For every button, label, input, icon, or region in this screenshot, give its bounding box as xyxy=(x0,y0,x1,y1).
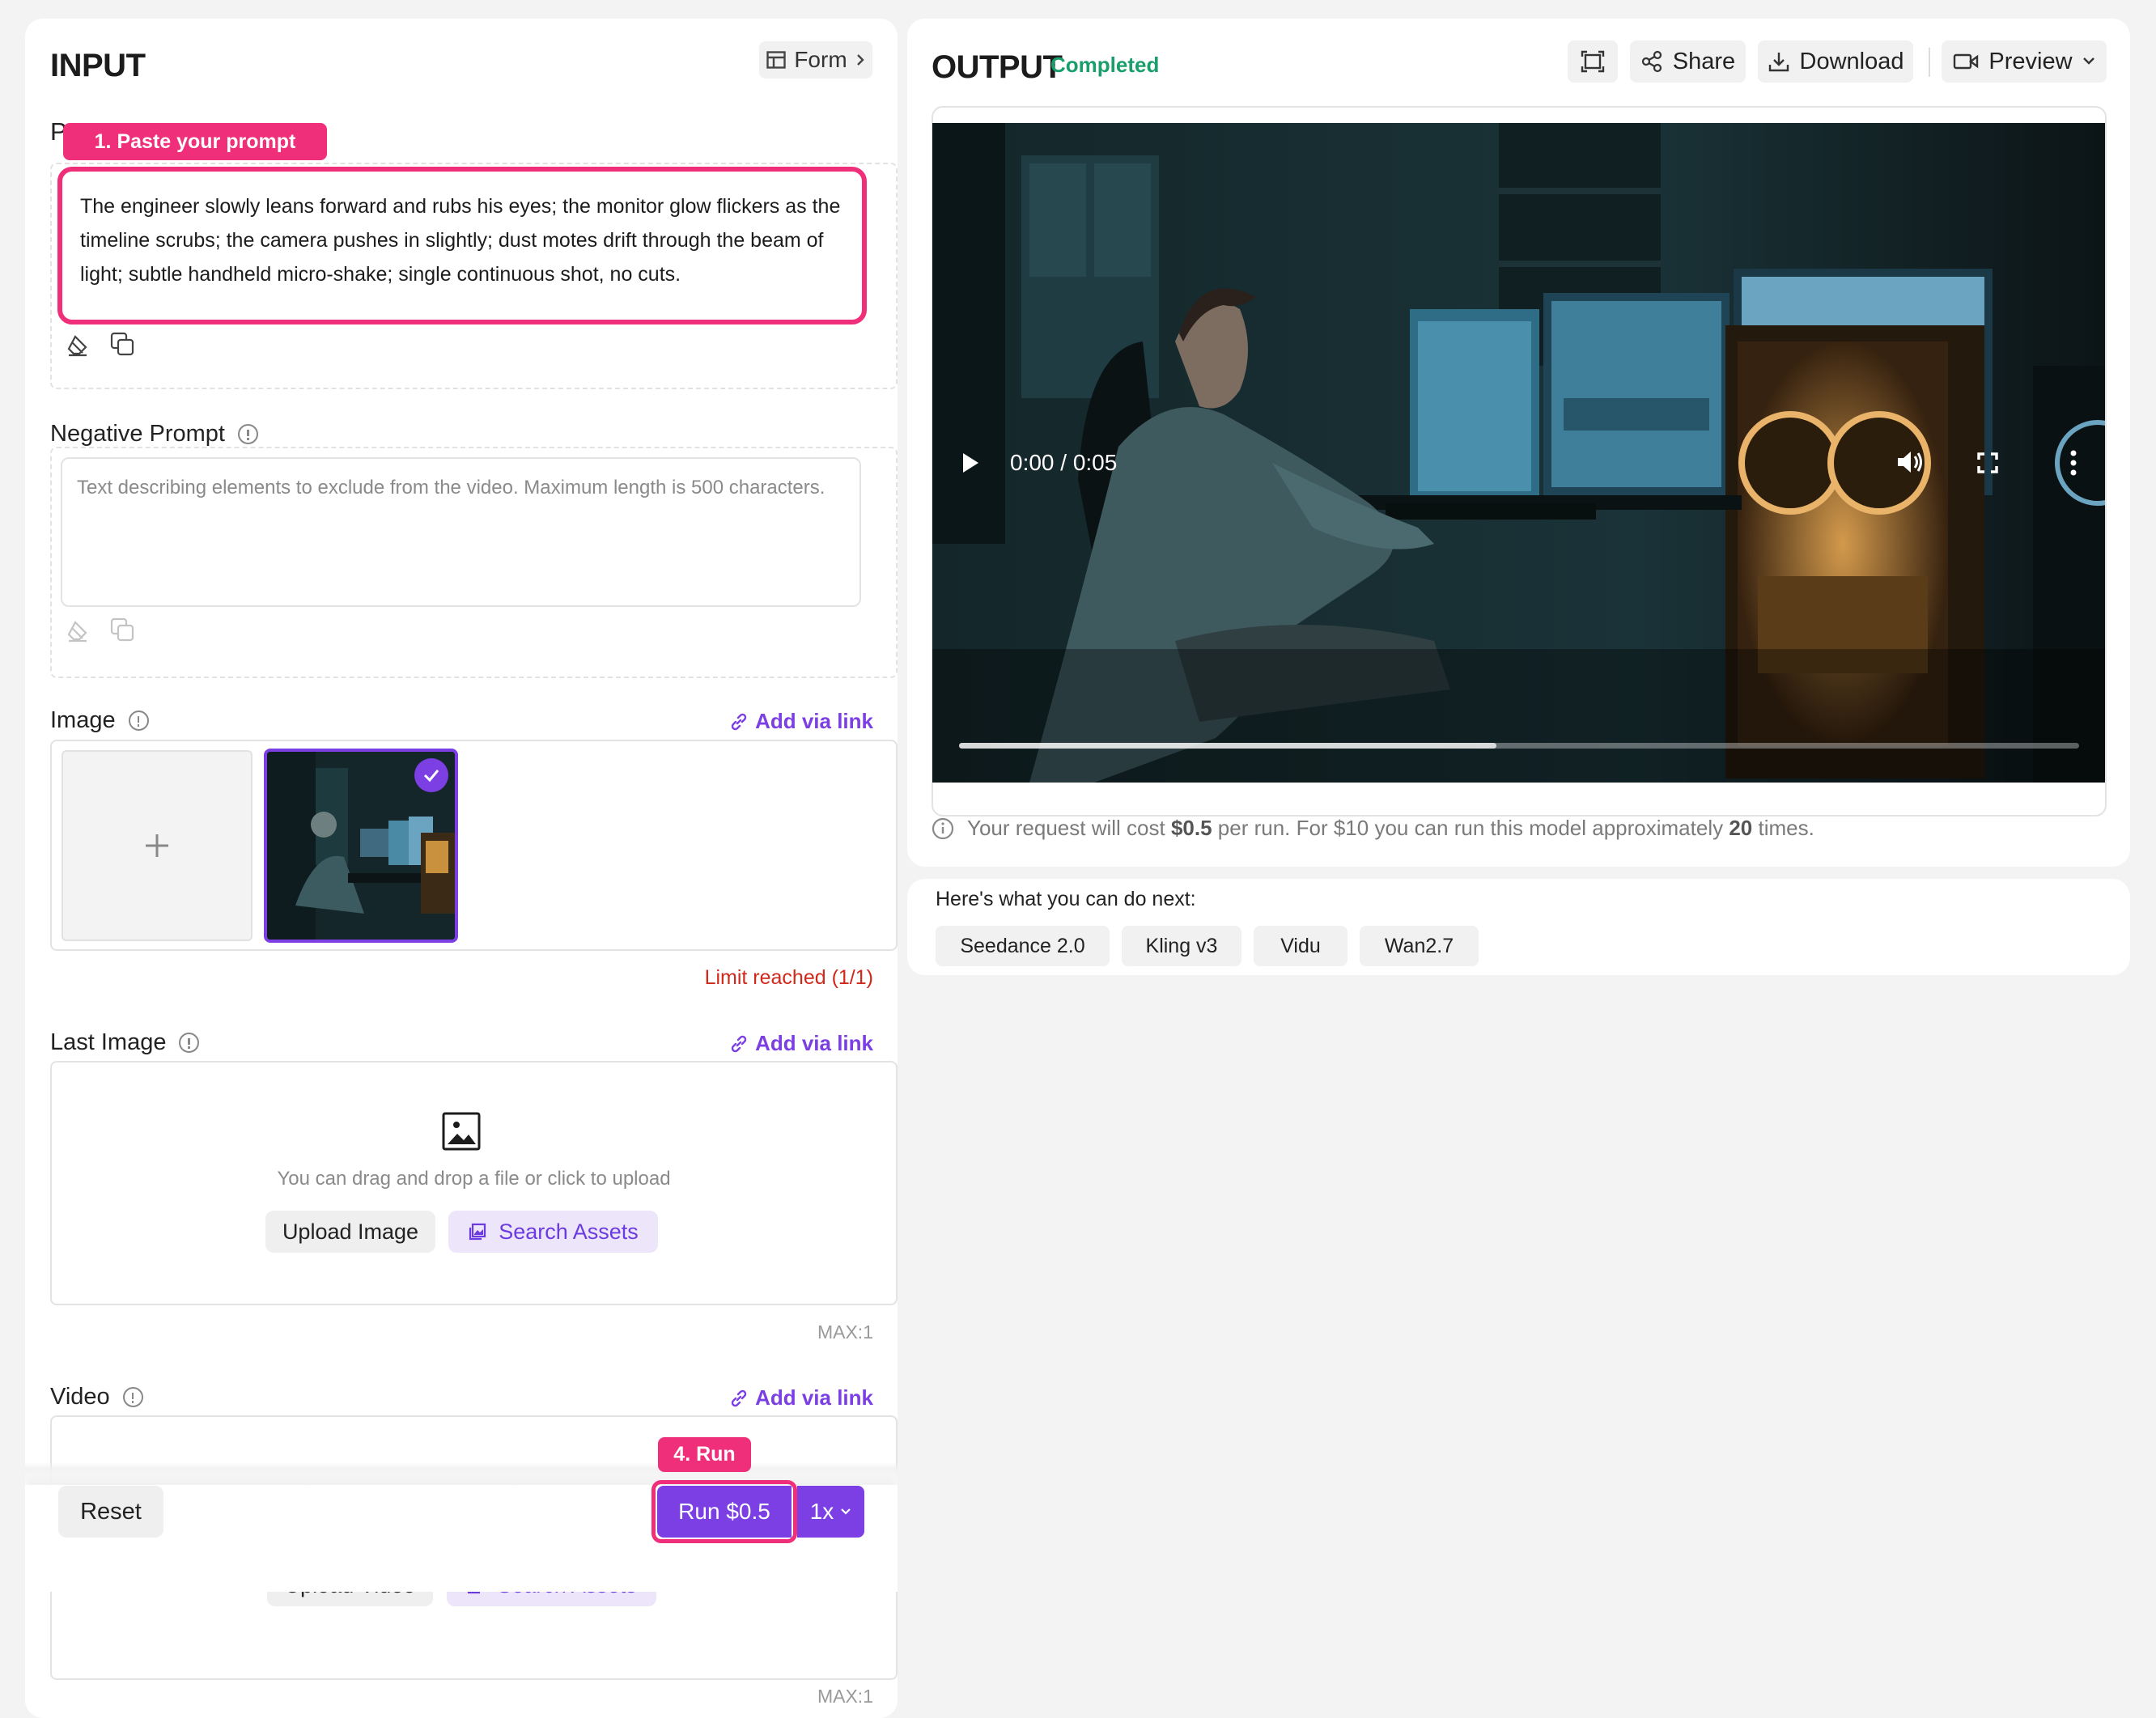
run-button[interactable]: Run $0.5 xyxy=(657,1486,792,1538)
last-image-max-text: MAX:1 xyxy=(817,1321,873,1343)
chevron-down-icon xyxy=(841,1508,851,1515)
last-image-heading: Last Image xyxy=(50,1029,200,1056)
info-icon[interactable] xyxy=(122,1387,143,1407)
image-icon xyxy=(442,1112,481,1151)
fullscreen-icon[interactable] xyxy=(1976,452,1999,474)
video-add-link-label: Add via link xyxy=(755,1385,873,1410)
image-heading: Image xyxy=(50,707,149,734)
info-icon[interactable] xyxy=(128,711,149,731)
share-button[interactable]: Share xyxy=(1630,40,1746,83)
expand-frame-icon xyxy=(1581,50,1605,73)
download-label: Download xyxy=(1799,48,1904,74)
fullscreen-toolbar-button[interactable] xyxy=(1568,40,1618,83)
run-multiplier-label: 1x xyxy=(809,1499,834,1524)
image-add-link-label: Add via link xyxy=(755,709,873,733)
last-image-drop-text: You can drag and drop a file or click to… xyxy=(277,1168,671,1190)
video-player[interactable]: 0:00 / 0:05 xyxy=(932,123,2105,783)
model-seedance-button[interactable]: Seedance 2.0 xyxy=(936,926,1110,966)
video-seek-progress xyxy=(959,743,1497,749)
cost-count: 20 xyxy=(1729,816,1753,840)
model-vidu-button[interactable]: Vidu xyxy=(1254,926,1348,966)
video-add-via-link[interactable]: Add via link xyxy=(729,1385,873,1410)
video-seek-bar[interactable] xyxy=(959,743,2079,749)
form-toggle-button[interactable]: Form xyxy=(759,41,872,78)
video-camera-icon xyxy=(1954,53,1979,70)
negative-prompt-label: Negative Prompt xyxy=(50,421,225,447)
gallery-icon xyxy=(469,1223,486,1241)
last-image-search-label: Search Assets xyxy=(499,1219,639,1244)
last-image-label: Last Image xyxy=(50,1029,167,1055)
image-add-via-link[interactable]: Add via link xyxy=(729,709,873,734)
info-icon[interactable] xyxy=(238,424,258,444)
negative-prompt-placeholder: Text describing elements to exclude from… xyxy=(77,477,825,498)
preview-dropdown[interactable]: Preview xyxy=(1942,40,2107,83)
video-time: 0:00 / 0:05 xyxy=(1010,450,1118,475)
next-steps-heading: Here's what you can do next: xyxy=(936,888,1196,910)
reset-button[interactable]: Reset xyxy=(58,1486,163,1538)
link-icon xyxy=(731,1035,747,1052)
eraser-icon[interactable] xyxy=(66,333,90,357)
status-badge: Completed xyxy=(1050,53,1160,77)
preview-label: Preview xyxy=(1988,48,2073,74)
share-label: Share xyxy=(1672,48,1736,74)
input-panel: INPUT Form P 1. Paste your prompt The en… xyxy=(25,19,898,1718)
play-icon[interactable] xyxy=(961,452,980,474)
run-multiplier-dropdown[interactable]: 1x xyxy=(797,1486,864,1538)
add-image-button[interactable] xyxy=(62,750,253,941)
output-panel: OUTPUT Completed Share Download Preview xyxy=(907,19,2130,867)
image-label: Image xyxy=(50,707,116,733)
negative-prompt-textarea[interactable]: Text describing elements to exclude from… xyxy=(61,457,861,607)
cost-note: Your request will cost $0.5 per run. For… xyxy=(932,816,1814,841)
download-icon xyxy=(1768,53,1789,72)
plus-icon xyxy=(146,834,168,857)
chevron-down-icon xyxy=(2082,57,2094,65)
cost-middle: per run. For $10 you can run this model … xyxy=(1212,816,1729,840)
next-steps-panel: Here's what you can do next: Seedance 2.… xyxy=(907,879,2130,975)
output-title: OUTPUT xyxy=(932,49,1063,85)
link-icon xyxy=(731,1389,747,1406)
video-label: Video xyxy=(50,1384,110,1410)
cost-amount: $0.5 xyxy=(1170,816,1212,840)
info-icon xyxy=(932,817,954,839)
model-kling-button[interactable]: Kling v3 xyxy=(1122,926,1241,966)
cost-text: Your request will cost $0.5 per run. For… xyxy=(967,816,1814,841)
model-wan-button[interactable]: Wan2.7 xyxy=(1360,926,1479,966)
share-icon xyxy=(1641,50,1662,73)
run-annotation: 4. Run xyxy=(658,1437,751,1472)
image-limit-text: Limit reached (1/1) xyxy=(704,966,873,989)
eraser-icon[interactable] xyxy=(66,618,90,643)
paste-prompt-annotation: 1. Paste your prompt xyxy=(63,123,327,160)
info-icon[interactable] xyxy=(179,1033,200,1053)
copy-icon[interactable] xyxy=(109,617,135,643)
cost-prefix: Your request will cost xyxy=(967,816,1171,840)
video-max-text: MAX:1 xyxy=(817,1686,873,1707)
input-title: INPUT xyxy=(50,48,146,83)
copy-icon[interactable] xyxy=(109,331,135,357)
last-image-search-assets-button[interactable]: Search Assets xyxy=(448,1211,658,1253)
download-button[interactable]: Download xyxy=(1758,40,1913,83)
prompt-text: The engineer slowly leans forward and ru… xyxy=(80,195,841,286)
selected-check-icon xyxy=(414,758,448,792)
form-toggle-label: Form xyxy=(794,47,847,72)
cost-suffix: times. xyxy=(1752,816,1814,840)
upload-image-button[interactable]: Upload Image xyxy=(265,1211,435,1253)
last-image-add-link-label: Add via link xyxy=(755,1031,873,1055)
table-icon xyxy=(766,51,787,69)
toolbar-divider xyxy=(1929,48,1930,77)
image-thumbnail[interactable] xyxy=(264,749,458,943)
volume-icon[interactable] xyxy=(1895,448,1925,476)
video-heading: Video xyxy=(50,1384,143,1410)
link-icon xyxy=(731,713,747,730)
more-options-icon[interactable] xyxy=(2069,450,2077,476)
negative-prompt-heading: Negative Prompt xyxy=(50,421,258,448)
chevron-right-icon xyxy=(856,54,864,66)
prompt-textarea[interactable]: The engineer slowly leans forward and ru… xyxy=(57,167,867,325)
last-image-add-via-link[interactable]: Add via link xyxy=(729,1031,873,1056)
